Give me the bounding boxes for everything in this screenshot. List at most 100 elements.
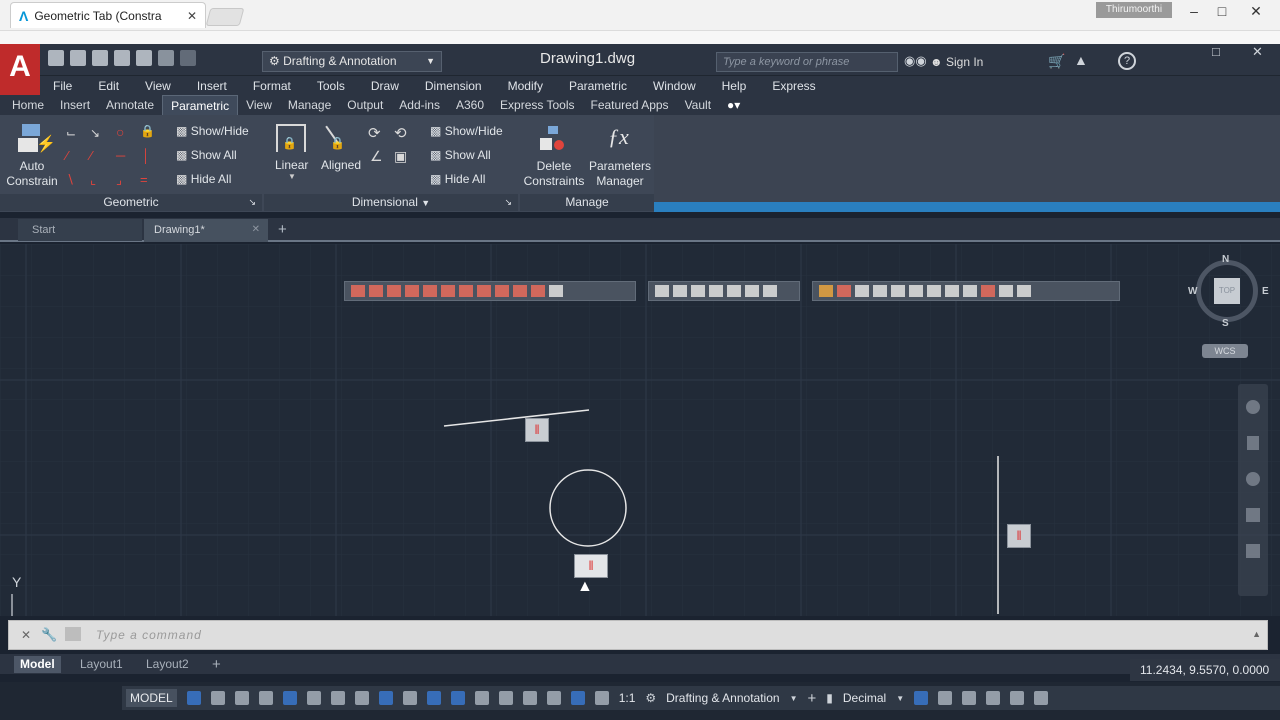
close-tab-icon[interactable]: ✕ (252, 219, 260, 241)
command-history-icon[interactable]: ▲ (1252, 629, 1261, 639)
fix-icon[interactable]: 🔒 (140, 124, 155, 138)
object-snap-icon[interactable] (378, 691, 393, 705)
tab-model[interactable]: Model (14, 656, 61, 673)
browser-tab[interactable]: Λ Geometric Tab (Constra ✕ (10, 2, 206, 28)
tab-annotate[interactable]: Annotate (98, 95, 162, 115)
menu-window[interactable]: Window (640, 79, 709, 93)
ribbon-toggle-icon[interactable]: ●▾ (719, 95, 748, 115)
smooth-icon[interactable]: ⌞ (90, 172, 96, 188)
delete-constraints-icon[interactable] (540, 126, 568, 154)
linear-button[interactable]: Linear (275, 158, 308, 172)
add-layout-button[interactable]: + (206, 656, 227, 673)
param-tool-3-icon[interactable] (855, 285, 869, 297)
angular-dim-icon[interactable] (727, 285, 741, 297)
grid-icon[interactable] (186, 691, 201, 705)
infer-constraints-icon[interactable] (234, 691, 249, 705)
open-icon[interactable] (70, 50, 86, 66)
menu-insert[interactable]: Insert (184, 79, 240, 93)
close-tab-icon[interactable]: ✕ (187, 9, 197, 23)
dynamic-ucs-icon[interactable] (498, 691, 513, 705)
browser-maximize-button[interactable]: □ (1204, 0, 1240, 22)
diameter-icon[interactable]: ⟲ (394, 124, 407, 142)
selection-filter-icon[interactable] (522, 691, 537, 705)
navigation-bar[interactable] (1238, 384, 1268, 596)
vertical-dim-icon[interactable] (691, 285, 705, 297)
dynamic-input-icon[interactable] (258, 691, 273, 705)
menu-format[interactable]: Format (240, 79, 304, 93)
model-space-button[interactable]: MODEL (126, 689, 177, 707)
param-tool-6-icon[interactable] (909, 285, 923, 297)
menu-dimension[interactable]: Dimension (412, 79, 495, 93)
smooth-icon[interactable] (495, 285, 509, 297)
gizmo-icon[interactable] (546, 691, 561, 705)
concentric-icon[interactable]: ○ (116, 124, 124, 140)
wcs-menu[interactable]: WCS (1202, 344, 1248, 358)
3d-osnap-icon[interactable] (474, 691, 489, 705)
isodraft-icon[interactable] (330, 691, 345, 705)
tab-parametric[interactable]: Parametric (162, 95, 239, 115)
undo-icon[interactable] (158, 50, 174, 66)
vertical-icon[interactable] (441, 285, 455, 297)
new-tab-button[interactable] (205, 8, 245, 26)
radial-icon[interactable]: ⟳ (368, 124, 381, 142)
tangent-icon[interactable] (459, 285, 473, 297)
annotation-monitor-icon[interactable]: + (807, 690, 816, 707)
coincident-icon[interactable]: ⌙ (66, 126, 76, 140)
menu-express[interactable]: Express (759, 79, 828, 93)
param-tool-5-icon[interactable] (891, 285, 905, 297)
tab-add-ins[interactable]: Add-ins (391, 95, 448, 115)
symmetric-icon[interactable]: ⌟ (116, 172, 122, 188)
param-tool-9-icon[interactable] (963, 285, 977, 297)
coordinates-display[interactable]: 11.2434, 9.5570, 0.0000 (1130, 659, 1280, 681)
vertical-icon[interactable]: │ (142, 148, 150, 163)
menu-edit[interactable]: Edit (85, 79, 132, 93)
help-icon[interactable]: ? (1118, 52, 1136, 70)
workspace-select[interactable]: ⚙ Drafting & Annotation ▼ (262, 51, 442, 72)
param-tool-7-icon[interactable] (927, 285, 941, 297)
fx-icon[interactable] (1017, 285, 1031, 297)
tangent-icon[interactable]: ∖ (66, 172, 74, 188)
app-close-button[interactable]: ✕ (1252, 44, 1263, 60)
geometric-panel-title[interactable]: Geometric ↘ (0, 194, 262, 211)
horizontal-constraint-icon[interactable]: ‖ (525, 418, 549, 442)
fix-icon[interactable] (549, 285, 563, 297)
lock-ui-icon[interactable] (938, 691, 953, 705)
new-icon[interactable] (48, 50, 64, 66)
menu-tools[interactable]: Tools (304, 79, 358, 93)
dimensional-panel-title[interactable]: Dimensional ▼ ↘ (264, 194, 518, 211)
tab-start[interactable]: Start (18, 219, 142, 241)
ortho-icon[interactable] (282, 691, 297, 705)
tab-layout1[interactable]: Layout1 (74, 656, 129, 673)
panel-launcher-icon[interactable]: ↘ (248, 194, 256, 211)
dimensional-show-all-button[interactable]: ▩ Show All (430, 148, 491, 162)
snap-icon[interactable] (210, 691, 225, 705)
isolate-objects-icon[interactable] (962, 691, 977, 705)
redo-icon[interactable] (180, 50, 196, 66)
tab-drawing1[interactable]: Drawing1* ✕ (144, 219, 268, 242)
drawing-canvas[interactable]: Y ‖ ‖ ‖ ▲ TOP N S W E WCS (0, 244, 1280, 616)
delete-constraints-button[interactable]: Delete Constraints (522, 159, 586, 189)
customization-icon[interactable] (1034, 691, 1049, 705)
browser-close-button[interactable]: ✕ (1238, 0, 1274, 22)
parallel-icon[interactable] (387, 285, 401, 297)
tab-featured-apps[interactable]: Featured Apps (583, 95, 677, 115)
save-icon[interactable] (92, 50, 108, 66)
hardware-acceleration-icon[interactable] (986, 691, 1001, 705)
tab-home[interactable]: Home (4, 95, 52, 115)
quick-properties-icon[interactable] (914, 691, 929, 705)
plot-icon[interactable] (136, 50, 152, 66)
clean-screen-icon[interactable] (1010, 691, 1025, 705)
menu-file[interactable]: File (40, 79, 85, 93)
concentric-icon[interactable] (477, 285, 491, 297)
zoom-extents-icon[interactable] (1246, 472, 1260, 486)
sign-in-button[interactable]: ☻ Sign In (930, 55, 983, 69)
collinear-icon[interactable] (369, 285, 383, 297)
app-maximize-button[interactable]: □ (1212, 44, 1220, 59)
coincident-icon[interactable] (351, 285, 365, 297)
command-input[interactable]: Type a command (96, 628, 696, 642)
aligned-icon[interactable]: 🔒 (325, 124, 356, 152)
perpendicular-icon[interactable]: ∕ (90, 148, 92, 163)
menu-modify[interactable]: Modify (495, 79, 556, 93)
object-snap-tracking-icon[interactable] (354, 691, 369, 705)
command-settings-icon[interactable]: 🔧 (41, 627, 57, 643)
